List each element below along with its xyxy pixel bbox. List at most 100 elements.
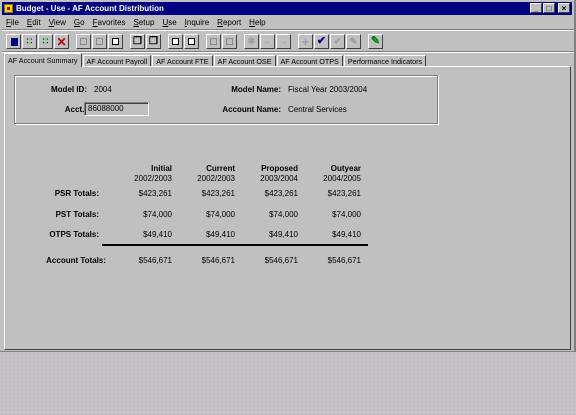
account-header-group: Model ID: 2004 Acct.: Model Name: Fiscal…: [14, 75, 438, 124]
acct-label: Acct.:: [64, 105, 87, 114]
list-button-2[interactable]: [222, 34, 237, 49]
arrow-right-icon: →: [279, 36, 288, 46]
toolbar: ∷ ∷ ✕ ❐ ❐ ✻ ← → + ✔ ✔ ✎ ✎: [6, 33, 384, 50]
edit-button[interactable]: ✎: [346, 34, 361, 49]
column-title: Initial: [151, 164, 172, 173]
app-icon[interactable]: [4, 4, 13, 13]
copy-icon: ❐: [149, 35, 158, 47]
box-arrow-icon: [188, 38, 195, 45]
column-year: 2004/2005: [323, 174, 361, 183]
table-cell: $546,671: [327, 256, 361, 265]
edit-green-button[interactable]: ✎: [368, 34, 383, 49]
column-year: 2002/2003: [197, 174, 235, 183]
restore-button[interactable]: □: [543, 3, 555, 13]
menu-help[interactable]: Help: [245, 18, 269, 27]
grid-icon: [80, 38, 87, 45]
table-cell: $546,671: [201, 256, 235, 265]
column-proposed: Proposed 2003/2004: [228, 164, 298, 184]
abacus-icon: ∷: [26, 36, 33, 46]
model-id-value: 2004: [94, 85, 112, 94]
table-cell: $49,410: [143, 230, 172, 239]
box-arrow-icon: [172, 38, 179, 45]
menu-inquire[interactable]: Inquire: [181, 18, 213, 27]
tab-af-account-summary[interactable]: AF Account Summary: [4, 53, 82, 67]
model-name-value: Fiscal Year 2003/2004: [288, 85, 368, 94]
checkmark-icon: ✔: [316, 35, 327, 47]
cog-icon: ✻: [247, 36, 256, 46]
menu-separator: [2, 29, 574, 31]
save-icon: [9, 37, 18, 46]
list-icon: [226, 38, 233, 45]
column-year: 2003/2004: [260, 174, 298, 183]
column-title: Current: [206, 164, 235, 173]
copy-button-1[interactable]: ❐: [130, 34, 145, 49]
menu-report[interactable]: Report: [213, 18, 245, 27]
back-button[interactable]: ←: [260, 34, 275, 49]
forward-button[interactable]: →: [276, 34, 291, 49]
column-current: Current 2002/2003: [165, 164, 235, 184]
grid-icon: [112, 38, 119, 45]
window-title: Budget - Use - AF Account Distribution: [16, 4, 164, 13]
window-controls: _ □ ×: [530, 3, 570, 13]
minimize-button[interactable]: _: [530, 3, 542, 13]
title-bar[interactable]: Budget - Use - AF Account Distribution _…: [2, 2, 572, 15]
menu-setup[interactable]: Setup: [130, 18, 159, 27]
abacus-plus-button[interactable]: ∷: [38, 34, 53, 49]
account-name-value: Central Services: [288, 105, 347, 114]
approve-all-button[interactable]: ✔: [330, 34, 345, 49]
delete-button[interactable]: ✕: [54, 34, 69, 49]
grid-icon: [96, 38, 103, 45]
approve-button[interactable]: ✔: [314, 34, 329, 49]
box-arrow-button-2[interactable]: [184, 34, 199, 49]
grid-button-2[interactable]: [92, 34, 107, 49]
table-cell: $74,000: [332, 210, 361, 219]
menu-edit[interactable]: Edit: [23, 18, 45, 27]
tab-strip: AF Account Summary AF Account Payroll AF…: [4, 53, 427, 67]
acct-field[interactable]: 86088000: [84, 102, 149, 116]
column-year: 2002/2003: [134, 174, 172, 183]
table-cell: $74,000: [143, 210, 172, 219]
cog-button[interactable]: ✻: [244, 34, 259, 49]
tab-panel: Model ID: 2004 Acct.: Model Name: Fiscal…: [4, 66, 571, 350]
table-cell: $74,000: [206, 210, 235, 219]
box-arrow-button-1[interactable]: [168, 34, 183, 49]
menu-favorites[interactable]: Favorites: [89, 18, 130, 27]
arrow-left-icon: ←: [263, 36, 272, 46]
pencil-green-icon: ✎: [370, 35, 381, 47]
table-cell: $49,410: [269, 230, 298, 239]
row-label-account-totals: Account Totals:: [46, 256, 106, 265]
abacus-button[interactable]: ∷: [22, 34, 37, 49]
menu-file[interactable]: File: [2, 18, 23, 27]
table-cell: $423,261: [201, 189, 235, 198]
plus-icon: +: [301, 34, 309, 49]
menu-use[interactable]: Use: [158, 18, 180, 27]
column-title: Proposed: [261, 164, 298, 173]
abacus-plus-icon: ∷: [42, 36, 49, 46]
menu-view[interactable]: View: [45, 18, 70, 27]
app-window: Budget - Use - AF Account Distribution _…: [0, 0, 576, 352]
row-label-pst: PST Totals:: [55, 210, 99, 219]
account-name-label: Account Name:: [222, 105, 281, 114]
table-cell: $74,000: [269, 210, 298, 219]
table-cell: $49,410: [332, 230, 361, 239]
grid-button-1[interactable]: [76, 34, 91, 49]
menu-go[interactable]: Go: [70, 18, 89, 27]
grid-button-3[interactable]: [108, 34, 123, 49]
add-button[interactable]: +: [298, 34, 313, 49]
copy-button-2[interactable]: ❐: [146, 34, 161, 49]
list-icon: [210, 38, 217, 45]
totals-divider: [102, 244, 368, 246]
column-title: Outyear: [330, 164, 361, 173]
model-id-label: Model ID:: [51, 85, 87, 94]
copy-icon: ❐: [133, 35, 142, 47]
table-cell: $49,410: [206, 230, 235, 239]
delete-x-icon: ✕: [56, 34, 67, 49]
column-outyear: Outyear 2004/2005: [291, 164, 361, 184]
row-label-psr: PSR Totals:: [54, 189, 99, 198]
close-button[interactable]: ×: [558, 3, 570, 13]
column-initial: Initial 2002/2003: [102, 164, 172, 184]
save-button[interactable]: [6, 34, 21, 49]
row-label-otps: OTPS Totals:: [49, 230, 99, 239]
checkmark-double-icon: ✔: [333, 36, 342, 46]
list-button-1[interactable]: [206, 34, 221, 49]
